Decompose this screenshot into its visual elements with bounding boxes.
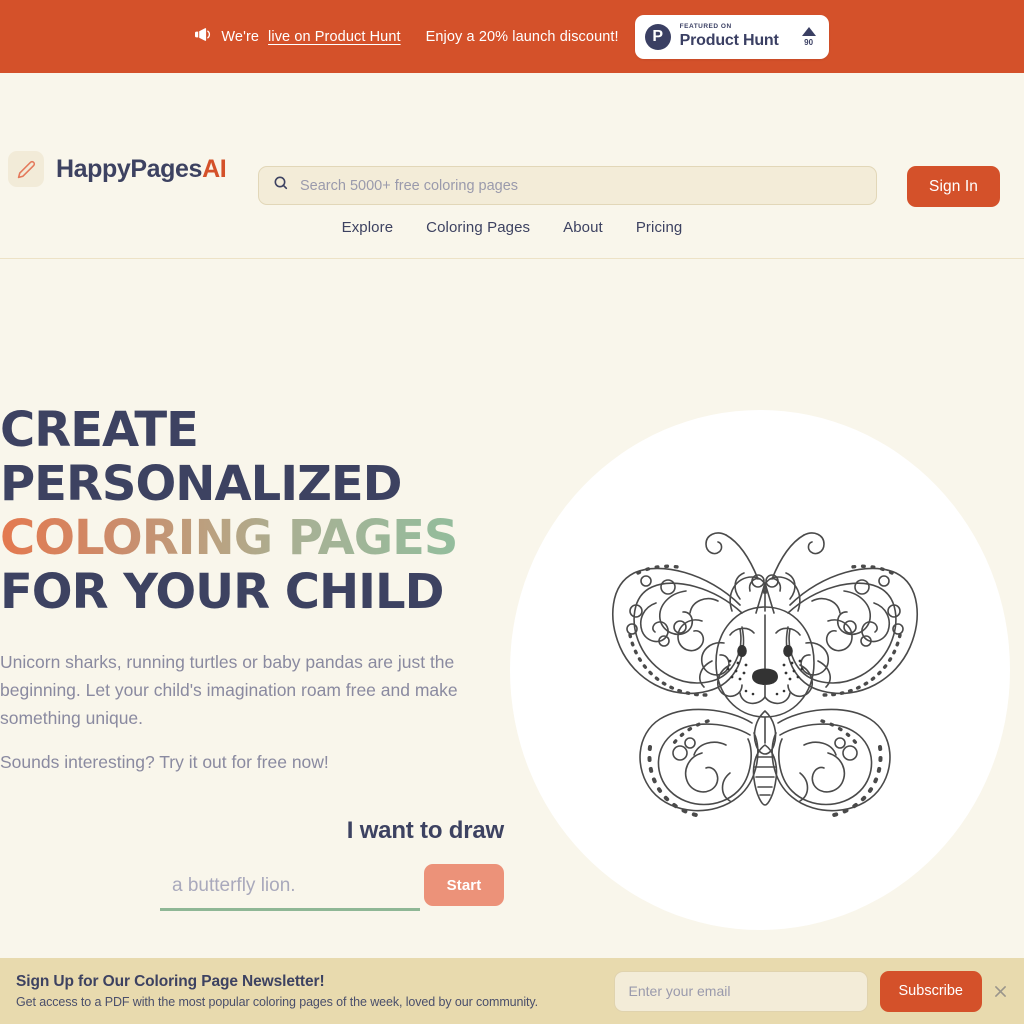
hero-paragraph-2: Sounds interesting? Try it out for free … bbox=[0, 752, 329, 772]
newsletter-copy: Sign Up for Our Coloring Page Newsletter… bbox=[16, 973, 614, 1009]
newsletter-bar: Sign Up for Our Coloring Page Newsletter… bbox=[0, 958, 1024, 1024]
megaphone-icon bbox=[195, 27, 212, 46]
upvote-arrow-icon bbox=[801, 26, 816, 36]
brand-name-main: HappyPages bbox=[56, 154, 203, 183]
announcement-prefix: We're bbox=[221, 28, 260, 45]
prompt-title: I want to draw bbox=[346, 817, 504, 844]
hero-section: Create Personalized Coloring Pages for y… bbox=[0, 185, 1024, 1011]
start-button[interactable]: Start bbox=[424, 864, 504, 906]
headline-line-4: for your child bbox=[0, 564, 444, 620]
headline-line-2: Personalized bbox=[0, 456, 403, 512]
prompt-row: Start bbox=[160, 864, 505, 911]
subscribe-button[interactable]: Subscribe bbox=[879, 970, 982, 1012]
hero-paragraph-1: Unicorn sharks, running turtles or baby … bbox=[0, 652, 458, 728]
butterfly-lion-illustration bbox=[590, 495, 940, 845]
brand-name: HappyPagesAI bbox=[56, 154, 227, 184]
announcement-suffix: Enjoy a 20% launch discount! bbox=[425, 28, 619, 45]
prompt-input[interactable] bbox=[160, 869, 420, 911]
hero-description: Unicorn sharks, running turtles or baby … bbox=[0, 648, 512, 776]
upvote-control[interactable]: 90 bbox=[801, 26, 816, 47]
brand-logo[interactable]: HappyPagesAI bbox=[8, 151, 227, 187]
product-hunt-badge[interactable]: P FEATURED ON Product Hunt 90 bbox=[634, 14, 829, 59]
page-title: Create Personalized Coloring Pages for y… bbox=[0, 403, 458, 619]
headline-line-1: Create bbox=[0, 402, 199, 458]
prompt-block: I want to draw Start bbox=[160, 817, 505, 911]
announcement-bar: We're live on Product Hunt Enjoy a 20% l… bbox=[0, 0, 1024, 73]
upvote-count: 90 bbox=[804, 37, 814, 47]
pencil-icon bbox=[8, 151, 44, 187]
product-hunt-link[interactable]: live on Product Hunt bbox=[268, 29, 401, 45]
announcement-text: We're live on Product Hunt Enjoy a 20% l… bbox=[195, 27, 619, 46]
product-hunt-name: Product Hunt bbox=[679, 31, 779, 49]
newsletter-title: Sign Up for Our Coloring Page Newsletter… bbox=[16, 973, 325, 990]
headline-line-3: Coloring Pages bbox=[0, 510, 458, 566]
newsletter-email-input[interactable] bbox=[613, 970, 868, 1012]
site-header: HappyPagesAI Sign In Explore Coloring Pa… bbox=[0, 73, 1024, 259]
brand-name-suffix: AI bbox=[202, 154, 227, 183]
featured-on-label: FEATURED ON bbox=[679, 23, 732, 31]
newsletter-subtitle: Get access to a PDF with the most popula… bbox=[16, 995, 538, 1009]
product-hunt-logo-icon: P bbox=[644, 23, 671, 50]
close-icon[interactable] bbox=[992, 983, 1008, 999]
product-hunt-badge-text: FEATURED ON Product Hunt bbox=[680, 23, 779, 50]
